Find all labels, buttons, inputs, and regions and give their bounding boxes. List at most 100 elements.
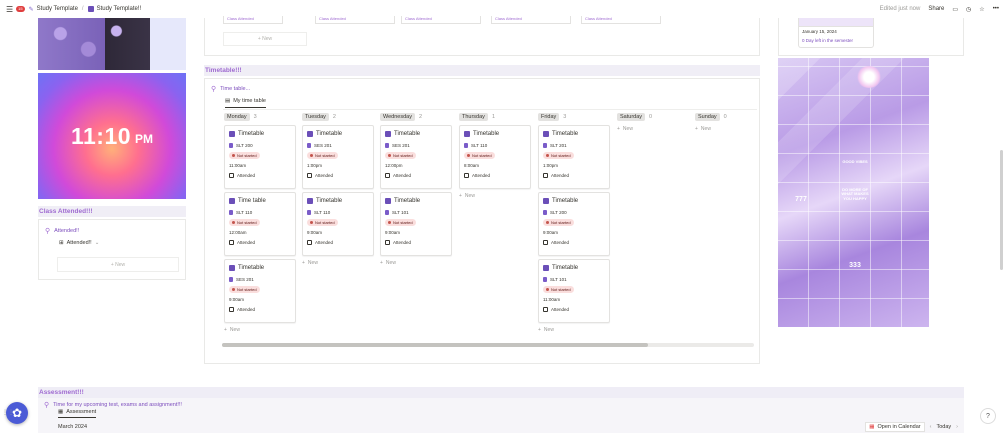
attended-checkbox[interactable]: Attended: [229, 240, 291, 245]
timetable-card[interactable]: Timetable SLT 200 Not started 9:00am Attende…: [538, 192, 610, 256]
status-dot: [546, 154, 549, 157]
column-header[interactable]: Wednesday 2: [380, 112, 452, 122]
today-button[interactable]: Today: [936, 424, 951, 430]
page-icon: [543, 198, 549, 204]
attended-checkbox[interactable]: Attended: [543, 173, 605, 178]
my-time-table-tab[interactable]: ▤ My time table: [225, 98, 266, 108]
status-text: Not started: [551, 153, 571, 158]
assessment-heading: Assessment!!!: [38, 387, 964, 398]
column-new-button[interactable]: + New: [380, 260, 452, 266]
gallery-card[interactable]: Class Attended: [315, 16, 395, 24]
column-new-button[interactable]: + New: [617, 126, 689, 132]
column-header[interactable]: Sunday 0: [695, 112, 767, 122]
attended-checkbox[interactable]: Attended: [307, 240, 369, 245]
history-icon[interactable]: ◷: [966, 6, 971, 13]
status-text: Not started: [315, 153, 335, 158]
attended-checkbox[interactable]: Attended: [385, 173, 447, 178]
attended-label: Attended: [472, 173, 491, 178]
comments-icon[interactable]: ▭: [952, 6, 958, 13]
gallery-card[interactable]: Class Attended: [223, 16, 283, 24]
gallery-new-button[interactable]: + New: [223, 32, 307, 46]
timetable-card[interactable]: Timetable SES 201 Not started 1:00pm Attende…: [302, 125, 374, 189]
semester-card[interactable]: January 15, 2024 0 Day left in the semes…: [798, 18, 874, 48]
column-new-button[interactable]: + New: [538, 327, 610, 333]
collage-text: DO MORE OF WHAT MAKES YOU HAPPY: [841, 187, 869, 201]
attended-new-button[interactable]: + New: [57, 257, 179, 272]
timetable-card[interactable]: Timetable SLT 101 Not started 11:00am Attend…: [538, 259, 610, 323]
new-label: New: [229, 327, 240, 333]
card-title: Timetable: [229, 263, 291, 273]
help-button[interactable]: ?: [980, 408, 996, 424]
scrollbar-thumb[interactable]: [222, 343, 648, 347]
breadcrumb-item-study-template-current[interactable]: Study Template!!: [87, 6, 141, 12]
attended-checkbox[interactable]: Attended: [307, 173, 369, 178]
assessment-view-tab[interactable]: ▦ Assessment: [58, 409, 97, 418]
status-text: Not started: [393, 153, 413, 158]
gallery-card[interactable]: Class Attended: [581, 16, 661, 24]
attended-view-tab[interactable]: ⊞ Attended!! ⌄: [59, 240, 99, 246]
gallery-card[interactable]: Class Attended: [401, 16, 481, 24]
column-new-button[interactable]: + New: [224, 327, 296, 333]
class-time: 11:00am: [229, 163, 247, 168]
open-in-calendar-button[interactable]: ▦ Open in Calendar: [865, 422, 925, 432]
attended-checkbox[interactable]: Attended: [543, 240, 605, 245]
column-count: 3: [563, 114, 567, 120]
board-horizontal-scrollbar[interactable]: [222, 343, 754, 347]
status-badge: Not started: [229, 152, 260, 159]
checkbox-icon: [385, 240, 390, 245]
gallery-card[interactable]: Class Attended: [491, 16, 571, 24]
column-new-button[interactable]: + New: [695, 126, 767, 132]
timetable-card[interactable]: Time table SLT 110 Not started 12:00am Atten…: [224, 192, 296, 256]
semester-date: January 15, 2024: [802, 29, 837, 34]
timetable-card[interactable]: Timetable SLT 110 Not started 8:00am Attende…: [459, 125, 531, 189]
course-code: SLT 101: [392, 210, 409, 215]
column-new-button[interactable]: + New: [459, 193, 531, 199]
attended-label: Attended: [315, 173, 334, 178]
pin-icon: ⚲: [45, 228, 51, 235]
more-options-icon[interactable]: •••: [993, 6, 999, 12]
column-header[interactable]: Monday 3: [224, 112, 296, 122]
status-text: Not started: [237, 287, 257, 292]
attended-checkbox[interactable]: Attended: [229, 307, 291, 312]
card-course: SES 201: [229, 276, 291, 283]
card-title-text: Timetable: [552, 131, 579, 137]
column-header[interactable]: Thursday 1: [459, 112, 531, 122]
chevron-right-icon[interactable]: ›: [956, 424, 958, 430]
timetable-card[interactable]: Timetable SLT 201 Not started 1:00pm Attende…: [538, 125, 610, 189]
drag-handle-icon[interactable]: ⋮⋮: [2, 409, 14, 416]
status-dot: [232, 221, 235, 224]
attended-checkbox[interactable]: Attended: [229, 173, 291, 178]
chevron-left-icon[interactable]: ‹: [930, 424, 932, 430]
callout-text: Time table...: [220, 86, 251, 92]
card-course: SES 201: [385, 142, 447, 149]
timetable-card[interactable]: Timetable SLT 110 Not started 9:00am Attende…: [302, 192, 374, 256]
status-badge: Not started: [385, 219, 416, 226]
page-icon: [543, 131, 549, 137]
calendar-app-icon: ▦: [869, 424, 875, 430]
timetable-card[interactable]: Timetable SLT 200 Not started 11:00am Attend…: [224, 125, 296, 189]
attended-label: Attended: [551, 173, 570, 178]
timetable-card[interactable]: Timetable SES 201 Not started 9:00am Attende…: [224, 259, 296, 323]
timetable-card[interactable]: Timetable SES 201 Not started 12:00pm Attend…: [380, 125, 452, 189]
share-button[interactable]: Share: [928, 6, 944, 12]
status-text: Not started: [551, 220, 571, 225]
attended-checkbox[interactable]: Attended: [385, 240, 447, 245]
attended-checkbox[interactable]: Attended: [543, 307, 605, 312]
column-header[interactable]: Tuesday 2: [302, 112, 374, 122]
column-header[interactable]: Saturday 0: [617, 112, 689, 122]
edited-status: Edited just now: [879, 6, 921, 12]
breadcrumb-item-study-template[interactable]: ✎ Study Template: [29, 6, 78, 13]
assessment-section: Assessment!!! ⚲ Time for my upcoming tes…: [38, 387, 964, 433]
column-new-button[interactable]: + New: [302, 260, 374, 266]
card-label: Class Attended: [585, 16, 612, 21]
card-title-text: Time table: [238, 198, 266, 204]
column-header[interactable]: Friday 3: [538, 112, 610, 122]
favorite-star-icon[interactable]: ☆: [979, 6, 984, 13]
assessment-callout: ⚲ Time for my upcoming test, exams and a…: [44, 401, 182, 409]
class-time: 1:00pm: [307, 163, 323, 168]
timetable-card[interactable]: Timetable SLT 101 Not started 9:00am Attende…: [380, 192, 452, 256]
board-column-wednesday: Wednesday 2 Timetable SES 201 Not started 12:…: [380, 112, 452, 266]
attended-checkbox[interactable]: Attended: [464, 173, 526, 178]
page-vertical-scrollbar[interactable]: [1000, 150, 1003, 270]
sidebar-toggle[interactable]: ☰ 15: [6, 5, 25, 14]
